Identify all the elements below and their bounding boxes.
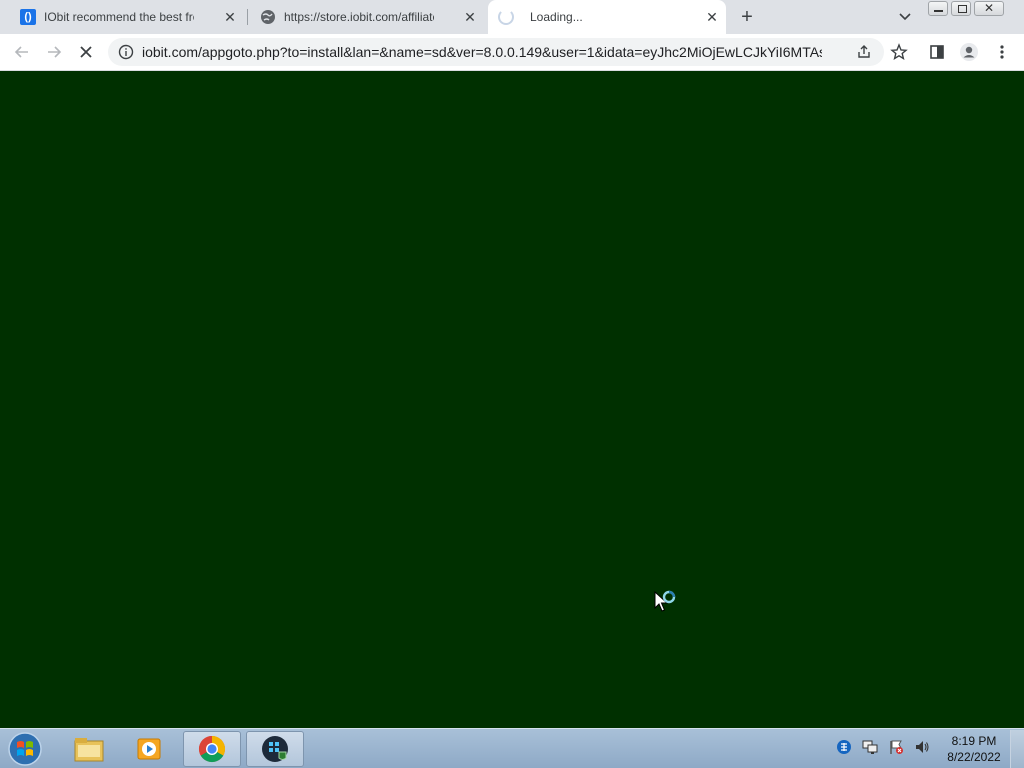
taskbar-windows-explorer[interactable]: [60, 731, 118, 767]
back-arrow-icon: [14, 46, 28, 58]
profile-avatar-icon: [960, 43, 978, 61]
clock-time: 8:19 PM: [951, 734, 997, 748]
action-center-flag-icon[interactable]: [888, 739, 904, 755]
loading-spinner-icon: [498, 9, 514, 25]
browser-toolbar: iobit.com/appgoto.php?to=install&lan=&na…: [0, 34, 1024, 71]
new-tab-button[interactable]: +: [736, 7, 758, 29]
volume-icon[interactable]: [914, 739, 930, 755]
tab-title: Loading...: [530, 10, 583, 24]
start-button[interactable]: [6, 731, 44, 767]
url-text[interactable]: iobit.com/appgoto.php?to=install&lan=&na…: [142, 44, 822, 60]
browser-menu-button[interactable]: [991, 41, 1013, 63]
installer-icon: [262, 736, 288, 762]
taskbar-chrome[interactable]: [183, 731, 241, 767]
kebab-menu-icon: [1000, 45, 1004, 59]
stop-loading-button[interactable]: [75, 41, 97, 63]
system-clock[interactable]: 8:19 PM 8/22/2022: [940, 733, 1008, 765]
close-tab-icon[interactable]: ✕: [462, 9, 478, 25]
side-panel-button[interactable]: [926, 41, 948, 63]
tab-loading[interactable]: Loading... ✕: [488, 0, 726, 34]
profile-button[interactable]: [958, 41, 980, 63]
system-tray: [836, 739, 930, 755]
tab-title: https://store.iobit.com/affiliate.ph: [284, 10, 434, 24]
chrome-icon: [198, 735, 226, 763]
tab-title: IObit recommend the best free c: [44, 10, 194, 24]
restore-button[interactable]: [951, 1, 971, 16]
network-icon[interactable]: [862, 739, 878, 755]
info-icon[interactable]: [118, 44, 134, 60]
tab-separator: [247, 9, 248, 25]
tab-store-affiliate[interactable]: https://store.iobit.com/affiliate.ph ✕: [252, 0, 484, 34]
globe-icon: [261, 10, 275, 24]
close-tab-icon[interactable]: ✕: [222, 9, 238, 25]
folder-icon: [74, 738, 104, 762]
tab-iobit[interactable]: () IObit recommend the best free c ✕: [12, 0, 244, 34]
stop-icon: [80, 46, 92, 58]
minimize-button[interactable]: [928, 1, 948, 16]
busy-cursor-icon: [654, 590, 676, 612]
forward-arrow-icon: [48, 46, 62, 58]
page-content: [0, 71, 1024, 728]
window-controls: ✕: [928, 1, 1004, 16]
bookmark-star-icon[interactable]: [890, 43, 908, 61]
tab-search-chevron-icon[interactable]: [896, 9, 914, 25]
address-bar[interactable]: iobit.com/appgoto.php?to=install&lan=&na…: [108, 38, 908, 66]
taskbar-media-player[interactable]: [120, 731, 178, 767]
taskbar: 8:19 PM 8/22/2022: [0, 728, 1024, 768]
app-tray-icon[interactable]: [836, 739, 852, 755]
iobit-icon: (): [20, 9, 36, 25]
show-desktop-button[interactable]: [1010, 730, 1024, 768]
side-panel-icon: [930, 45, 944, 59]
forward-button[interactable]: [43, 41, 65, 63]
share-icon[interactable]: [856, 44, 872, 60]
tab-strip: () IObit recommend the best free c ✕ htt…: [0, 0, 1024, 34]
close-tab-icon[interactable]: ✕: [704, 9, 720, 25]
clock-date: 8/22/2022: [947, 750, 1001, 764]
close-window-button[interactable]: ✕: [974, 1, 1004, 16]
back-button[interactable]: [11, 41, 33, 63]
taskbar-iobit-installer[interactable]: [246, 731, 304, 767]
media-player-icon: [137, 738, 161, 760]
